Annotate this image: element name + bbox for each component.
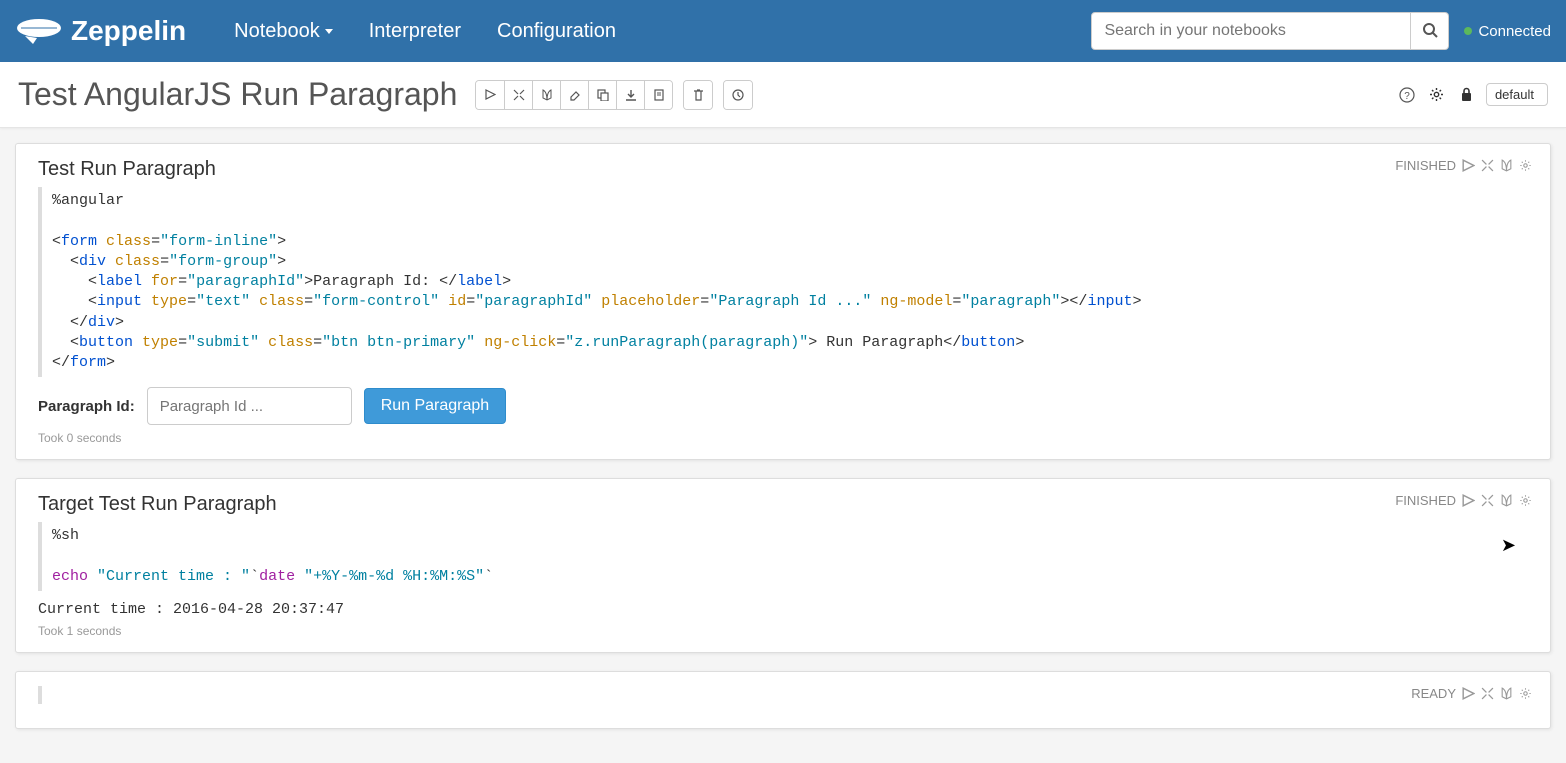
notebook-toolbar-group-3 [723,80,753,110]
search-input[interactable] [1091,12,1411,50]
hide-output-button[interactable] [1500,494,1513,507]
rendered-form: Paragraph Id: Run Paragraph [38,387,1528,425]
run-all-button[interactable] [476,81,504,109]
hide-output-button[interactable] [1500,687,1513,700]
clear-output-button[interactable] [560,81,588,109]
collapse-icon [513,89,525,101]
notebook-toolbar-group-1 [475,80,673,110]
nav-interpreter[interactable]: Interpreter [351,20,479,43]
paragraph-controls: READY [1411,686,1532,701]
doc-icon [653,89,665,101]
nav-configuration[interactable]: Configuration [479,20,634,43]
scheduler-button[interactable] [724,81,752,109]
chevron-down-icon [325,29,333,34]
paragraph-settings-button[interactable] [1519,494,1532,507]
code-editor[interactable]: %sh echo "Current time : "`date "+%Y-%m-… [38,522,1528,591]
paragraph-controls: FINISHED [1395,493,1532,508]
notebook-content: FINISHED Test Run Paragraph %angular <fo… [0,128,1566,762]
hide-editor-button[interactable] [1481,159,1494,172]
notebook-toolbar-group-2 [683,80,713,110]
paragraph-title[interactable]: Target Test Run Paragraph [38,493,1528,516]
notebook-title-bar: Test AngularJS Run Paragraph ? default [0,62,1566,128]
brand-text: Zeppelin [71,15,186,47]
lock-icon [1460,87,1473,102]
run-paragraph-button[interactable] [1462,494,1475,507]
view-mode-label: default [1495,87,1534,102]
download-icon [625,89,637,101]
book-icon [541,89,553,101]
paragraph-3: READY [15,671,1551,729]
zeppelin-logo[interactable]: Zeppelin [15,15,186,47]
status-text: Connected [1478,23,1551,40]
navbar: Zeppelin Notebook Interpreter Configurat… [0,0,1566,62]
run-paragraph-button[interactable] [1462,687,1475,700]
paragraph-1: FINISHED Test Run Paragraph %angular <fo… [15,143,1551,460]
paragraph-footer: Took 0 seconds [38,431,1528,445]
clock-icon [732,89,744,101]
paragraph-title[interactable]: Test Run Paragraph [38,158,1528,181]
paragraph-settings-button[interactable] [1519,687,1532,700]
paragraph-footer: Took 1 seconds [38,624,1528,638]
export-button[interactable] [616,81,644,109]
permissions-button[interactable] [1456,84,1478,106]
search-icon [1422,22,1438,38]
connection-status: Connected [1464,23,1551,40]
hide-editor-button[interactable] [1481,687,1494,700]
paragraph-settings-button[interactable] [1519,159,1532,172]
paragraph-status: FINISHED [1395,158,1456,173]
code-editor[interactable]: %angular <form class="form-inline"> <div… [38,187,1528,377]
svg-text:?: ? [1404,91,1410,102]
paragraph-status: READY [1411,686,1456,701]
hide-output-button[interactable] [532,81,560,109]
nav-notebook[interactable]: Notebook [216,20,351,43]
play-icon [485,89,496,100]
delete-notebook-button[interactable] [684,81,712,109]
gear-icon [1429,87,1444,102]
hide-code-button[interactable] [504,81,532,109]
paragraph-controls: FINISHED [1395,158,1532,173]
help-button[interactable]: ? [1396,84,1418,106]
zeppelin-icon [15,16,63,46]
code-editor[interactable] [38,686,1528,704]
hide-editor-button[interactable] [1481,494,1494,507]
paragraph-id-label: Paragraph Id: [38,398,135,415]
paragraph-output: Current time : 2016-04-28 20:37:47 [38,601,1528,618]
help-icon: ? [1399,87,1415,103]
view-mode-select[interactable]: default [1486,83,1548,106]
interpreter-binding-button[interactable] [1426,84,1448,106]
paragraph-id-input[interactable] [147,387,352,425]
eraser-icon [569,89,581,101]
version-control-button[interactable] [644,81,672,109]
run-paragraph-button[interactable]: Run Paragraph [364,388,507,424]
search-button[interactable] [1411,12,1449,50]
paragraph-status: FINISHED [1395,493,1456,508]
status-dot-icon [1464,27,1472,35]
nav-notebook-label: Notebook [234,20,320,43]
paragraph-2: FINISHED Target Test Run Paragraph %sh e… [15,478,1551,653]
run-paragraph-button[interactable] [1462,159,1475,172]
copy-icon [597,89,609,101]
trash-icon [693,89,704,101]
notebook-title[interactable]: Test AngularJS Run Paragraph [18,76,457,113]
clone-button[interactable] [588,81,616,109]
search-box [1091,12,1449,50]
hide-output-button[interactable] [1500,159,1513,172]
